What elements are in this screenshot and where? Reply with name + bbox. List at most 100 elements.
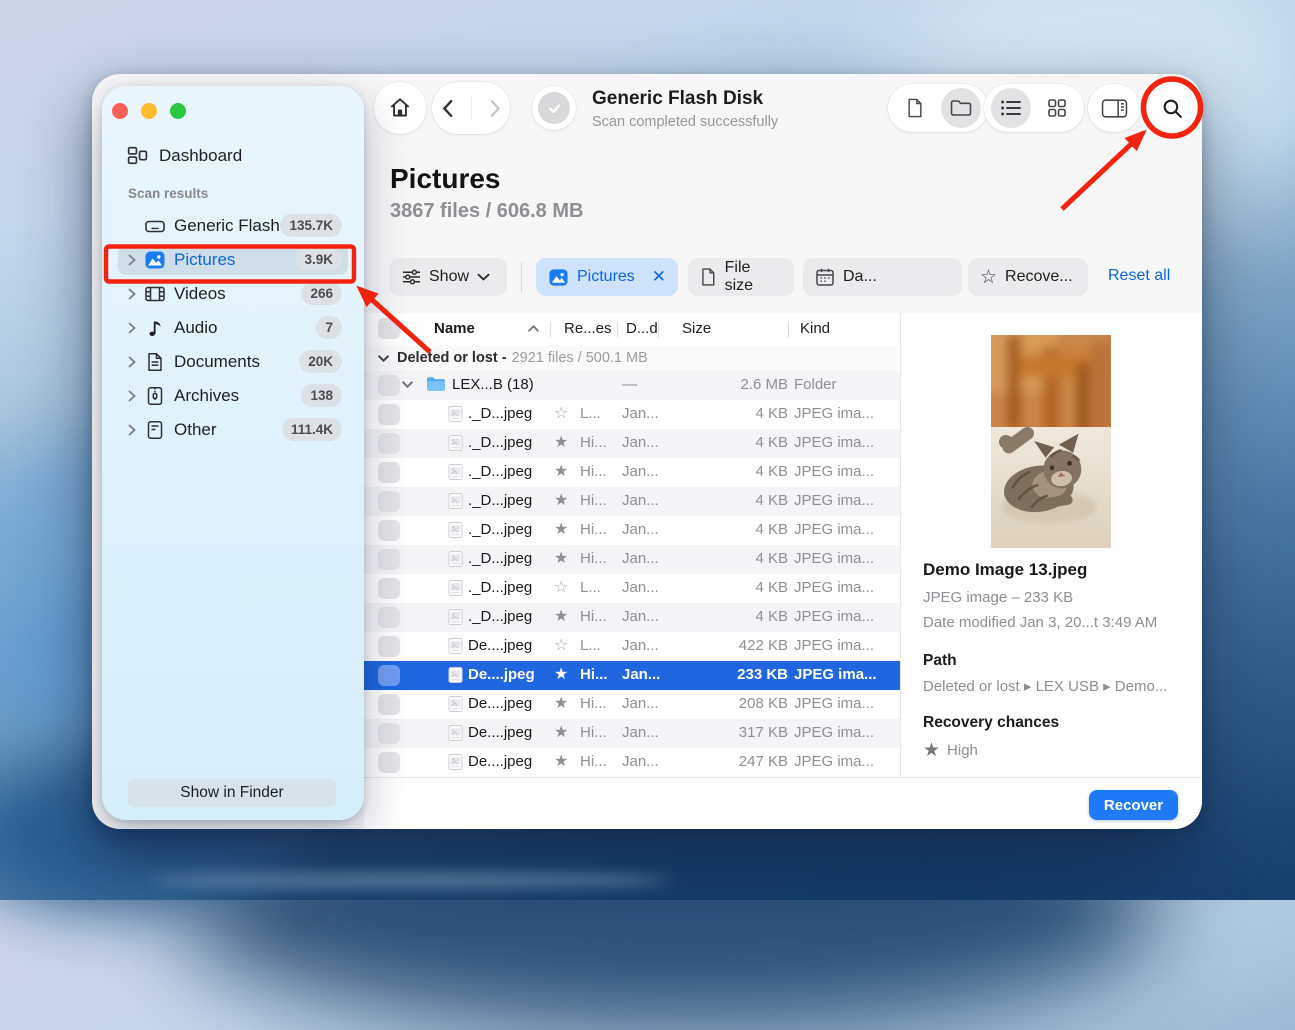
table-row[interactable]: ._D...jpeg ★ Hi... Jan... 4 KB JPEG ima.… [364, 429, 900, 458]
row-checkbox[interactable] [378, 520, 400, 541]
row-checkbox[interactable] [378, 578, 400, 599]
back-button[interactable] [441, 99, 454, 118]
folder-view-button[interactable] [941, 88, 981, 128]
row-checkbox[interactable] [378, 549, 400, 570]
sidebar-item-archives[interactable]: Archives 138 [102, 379, 364, 413]
table-row[interactable]: De....jpeg ★ Hi... Jan... 233 KB JPEG im… [364, 661, 900, 690]
column-divider[interactable] [550, 321, 551, 338]
search-button[interactable] [1146, 82, 1198, 134]
row-checkbox[interactable] [378, 694, 400, 715]
zoom-window-button[interactable] [170, 103, 186, 119]
chevron-right-icon[interactable] [128, 254, 136, 266]
sidebar-item-audio[interactable]: Audio 7 [102, 311, 364, 345]
table-row[interactable]: ._D...jpeg ★ Hi... Jan... 4 KB JPEG ima.… [364, 603, 900, 632]
column-header-name[interactable]: Name [434, 320, 475, 337]
row-checkbox[interactable] [378, 404, 400, 425]
table-row[interactable]: ._D...jpeg ★ Hi... Jan... 4 KB JPEG ima.… [364, 487, 900, 516]
row-checkbox[interactable] [378, 723, 400, 744]
table-row[interactable]: De....jpeg ☆ L... Jan... 422 KB JPEG ima… [364, 632, 900, 661]
grid-view-button[interactable] [1037, 88, 1077, 128]
file-kind: JPEG ima... [794, 637, 874, 654]
date-modified: Jan... [622, 666, 660, 683]
details-panel-toggle[interactable] [1088, 84, 1140, 132]
image-file-icon [448, 753, 463, 771]
row-checkbox[interactable] [378, 636, 400, 657]
sidebar-item-label: Videos [174, 284, 226, 304]
sidebar-item-pictures[interactable]: Pictures 3.9K [102, 243, 364, 277]
table-row[interactable]: De....jpeg ★ Hi... Jan... 247 KB JPEG im… [364, 748, 900, 777]
file-table: Name Re...es D...d Size Kind Deleted or … [364, 313, 900, 777]
close-window-button[interactable] [112, 103, 128, 119]
column-header-recovery[interactable]: Re...es [564, 320, 612, 337]
file-name: ._D...jpeg [468, 463, 532, 480]
sidebar-item-generic-flash[interactable]: Generic Flash... 135.7K [102, 209, 364, 243]
window-controls [112, 103, 186, 119]
reset-all-link[interactable]: Reset all [1108, 267, 1170, 285]
row-checkbox[interactable] [378, 433, 400, 454]
chevron-right-icon[interactable] [128, 390, 136, 402]
table-row[interactable]: De....jpeg ★ Hi... Jan... 208 KB JPEG im… [364, 690, 900, 719]
folder-icon [949, 98, 973, 118]
list-view-button[interactable] [991, 88, 1031, 128]
filter-chip-pictures[interactable]: Pictures ✕ [536, 258, 678, 296]
chevron-right-icon[interactable] [128, 424, 136, 436]
sidebar-item-documents[interactable]: Documents 20K [102, 345, 364, 379]
minimize-window-button[interactable] [141, 103, 157, 119]
column-divider[interactable] [788, 321, 789, 338]
star-icon: ★ [923, 739, 940, 762]
recovery-star-icon: ☆ [554, 578, 568, 598]
recovery-chance: L... [580, 637, 601, 654]
file-kind: JPEG ima... [794, 492, 874, 509]
column-header-date[interactable]: D...d [626, 320, 658, 337]
sidebar-item-videos[interactable]: Videos 266 [102, 277, 364, 311]
forward-button[interactable] [489, 99, 502, 118]
column-header-kind[interactable]: Kind [800, 320, 830, 337]
column-divider[interactable] [617, 321, 618, 338]
table-row[interactable]: De....jpeg ★ Hi... Jan... 317 KB JPEG im… [364, 719, 900, 748]
row-checkbox[interactable] [378, 462, 400, 483]
table-row[interactable]: ._D...jpeg ★ Hi... Jan... 4 KB JPEG ima.… [364, 545, 900, 574]
group-row-deleted-or-lost[interactable]: Deleted or lost - 2921 files / 500.1 MB [364, 345, 900, 372]
show-filter-button[interactable]: Show [390, 258, 507, 296]
file-view-button[interactable] [895, 88, 935, 128]
sidebar-item-dashboard[interactable]: Dashboard [126, 144, 242, 167]
chevron-right-icon[interactable] [128, 322, 136, 334]
document-icon [700, 267, 717, 287]
table-row[interactable]: ._D...jpeg ★ Hi... Jan... 4 KB JPEG ima.… [364, 516, 900, 545]
file-folder-view-toggle [888, 84, 988, 132]
table-row[interactable]: ._D...jpeg ☆ L... Jan... 4 KB JPEG ima..… [364, 574, 900, 603]
home-button[interactable] [374, 82, 426, 134]
sidebar-item-label: Documents [174, 352, 260, 372]
select-all-checkbox[interactable] [378, 318, 400, 339]
row-checkbox[interactable] [378, 375, 400, 396]
filter-chip-recovery[interactable]: ☆ Recove... [968, 258, 1088, 296]
filter-chip-file-size[interactable]: File size [688, 258, 794, 296]
recovery-star-icon: ★ [554, 723, 568, 743]
row-checkbox[interactable] [378, 665, 400, 686]
scan-complete-check-icon [538, 92, 570, 124]
table-row[interactable]: ._D...jpeg ★ Hi... Jan... 4 KB JPEG ima.… [364, 458, 900, 487]
sort-ascending-icon[interactable] [528, 325, 539, 332]
date-modified: Jan... [622, 753, 659, 770]
table-row[interactable]: ._D...jpeg ☆ L... Jan... 4 KB JPEG ima..… [364, 400, 900, 429]
side-panel-icon [1101, 98, 1128, 119]
row-checkbox[interactable] [378, 491, 400, 512]
recovery-star-icon: ★ [554, 520, 568, 540]
file-icon [906, 97, 924, 119]
filter-chip-date[interactable]: Da... [803, 258, 962, 296]
column-divider[interactable] [658, 321, 659, 338]
file-kind: JPEG ima... [794, 579, 874, 596]
filter-sliders-icon [402, 269, 421, 285]
chevron-down-icon[interactable] [378, 355, 389, 362]
sidebar-item-other[interactable]: Other 111.4K [102, 413, 364, 447]
row-checkbox[interactable] [378, 607, 400, 628]
show-in-finder-button[interactable]: Show in Finder [128, 779, 336, 807]
chevron-right-icon[interactable] [128, 288, 136, 300]
table-row[interactable]: LEX...B (18) — 2.6 MB Folder [364, 371, 900, 400]
column-header-size[interactable]: Size [682, 320, 711, 337]
close-icon[interactable]: ✕ [652, 267, 666, 287]
row-checkbox[interactable] [378, 752, 400, 773]
chevron-right-icon[interactable] [128, 356, 136, 368]
recover-button[interactable]: Recover [1089, 790, 1178, 820]
chevron-down-icon[interactable] [402, 381, 413, 388]
